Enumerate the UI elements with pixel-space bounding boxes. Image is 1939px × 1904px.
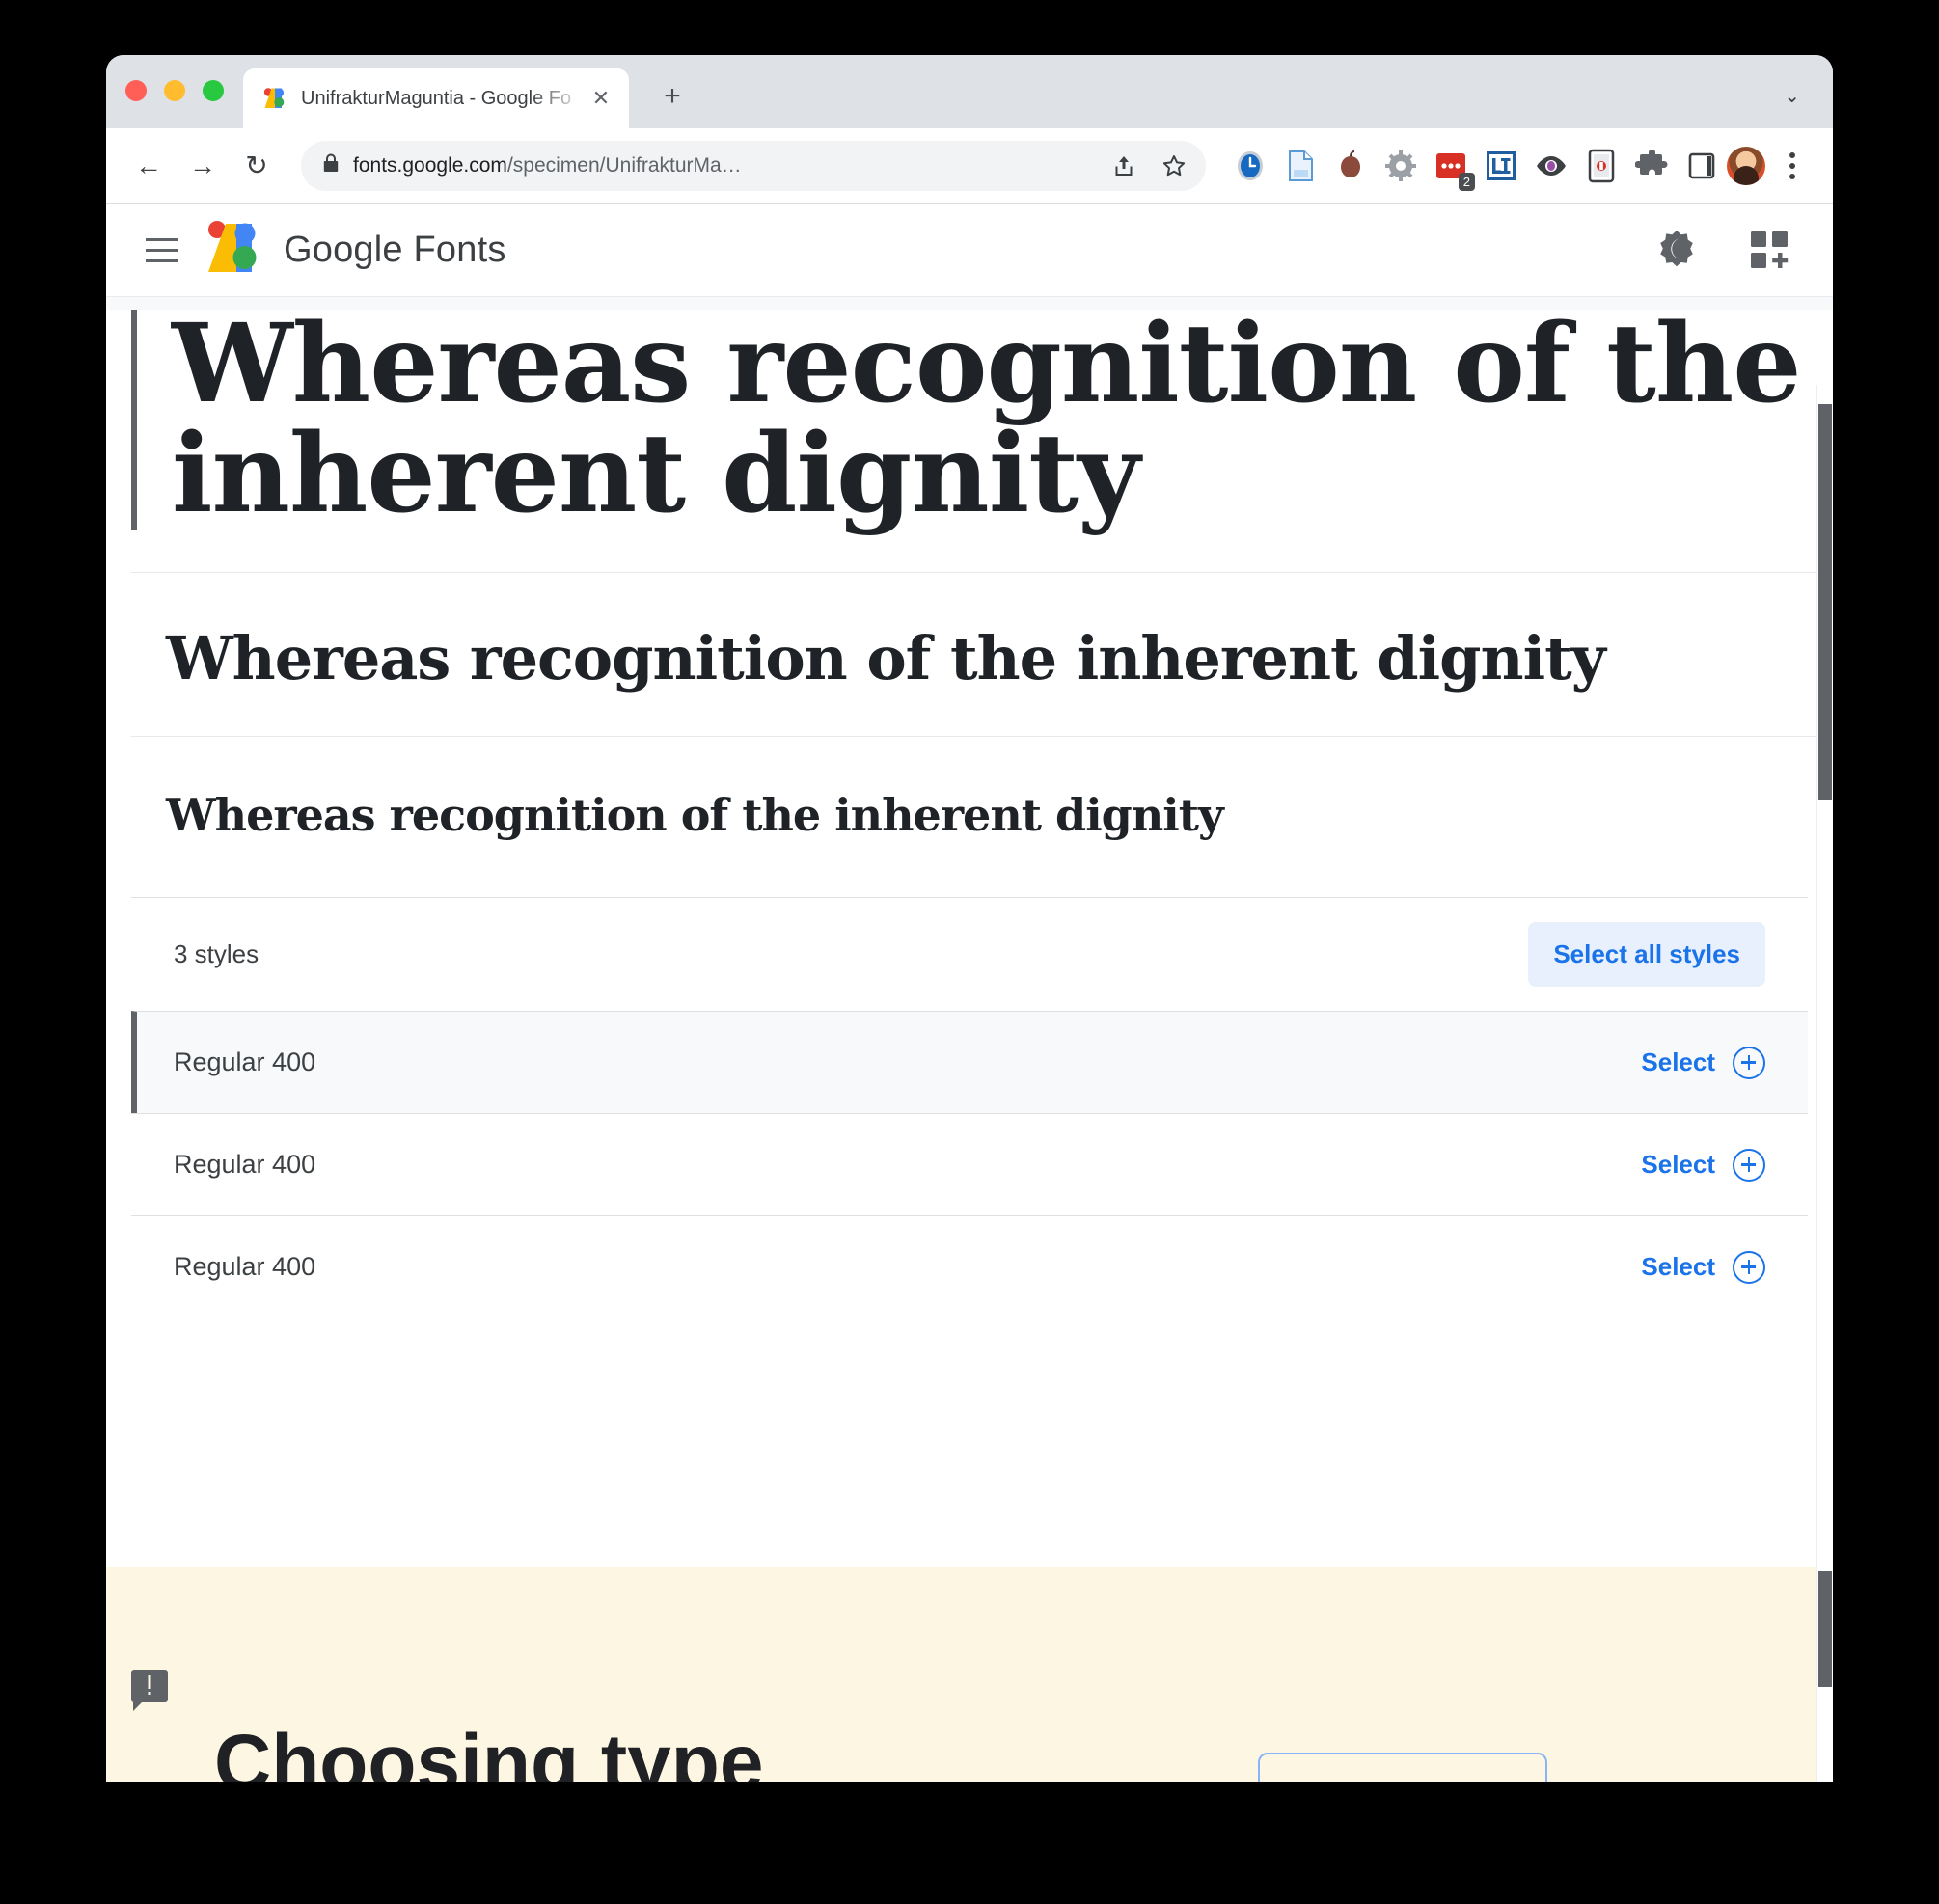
select-all-styles-button[interactable]: Select all styles bbox=[1528, 922, 1765, 988]
add-apps-icon[interactable] bbox=[1742, 223, 1796, 277]
select-style-button[interactable]: Select bbox=[1641, 1148, 1765, 1182]
style-name: Regular 400 bbox=[174, 1047, 316, 1077]
url-host: fonts.google.com bbox=[353, 153, 507, 177]
brand-fonts: Fonts bbox=[413, 229, 506, 270]
specimen-line-medium: Whereas recognition of the inherent dign… bbox=[166, 789, 1224, 842]
dark-mode-icon[interactable] bbox=[1650, 223, 1704, 277]
google-fonts-logo[interactable]: Google Fonts bbox=[206, 218, 506, 283]
styles-header-bar: 3 styles Select all styles bbox=[131, 897, 1808, 1011]
url-text: fonts.google.com/specimen/UnifrakturMa… bbox=[353, 154, 1092, 177]
chrome-menu-icon[interactable] bbox=[1773, 145, 1812, 187]
page-content: Google Fonts Google Fon bbox=[106, 204, 1833, 1782]
type-tester-big-block[interactable]: Whereas recognition of the inherent dign… bbox=[131, 301, 1833, 538]
extensions-tray: 2 bbox=[1229, 145, 1723, 191]
lock-icon bbox=[322, 152, 340, 178]
hamburger-menu-icon[interactable] bbox=[135, 223, 189, 277]
select-style-button[interactable]: Select bbox=[1641, 1250, 1765, 1284]
select-style-button[interactable]: Select bbox=[1641, 1046, 1765, 1079]
select-style-label: Select bbox=[1641, 1150, 1715, 1180]
url-path: /specimen/UnifrakturMa… bbox=[506, 153, 742, 177]
site-header: Google Fonts bbox=[106, 204, 1833, 296]
browser-window: UnifrakturMaguntia - Google Fo ✕ + ⌄ ← →… bbox=[106, 55, 1833, 1782]
brand-text: Google Fonts bbox=[284, 230, 506, 271]
specimen-line-xl: Whereas recognition of the inherent dign… bbox=[172, 301, 1802, 538]
choosing-type-section: Choosing type bbox=[106, 1567, 1833, 1782]
puzzle-extensions-icon[interactable] bbox=[1630, 145, 1673, 187]
section-cta-button[interactable] bbox=[1258, 1753, 1547, 1782]
browser-tab-title: UnifrakturMaguntia - Google Fo bbox=[301, 87, 572, 109]
browser-toolbar: ← → ↻ fonts.google.com/specimen/Unifrakt… bbox=[106, 128, 1833, 204]
select-style-label: Select bbox=[1641, 1047, 1715, 1077]
share-icon[interactable] bbox=[1106, 148, 1142, 184]
page-scrollbar[interactable] bbox=[1817, 385, 1833, 1782]
close-tab-icon[interactable]: ✕ bbox=[587, 84, 615, 113]
mobile-extension-icon[interactable] bbox=[1580, 145, 1623, 187]
back-button[interactable]: ← bbox=[123, 141, 174, 191]
star-icon[interactable] bbox=[1156, 148, 1192, 184]
apple-extension-icon[interactable] bbox=[1329, 145, 1372, 187]
plus-circle-icon bbox=[1733, 1148, 1765, 1182]
new-tab-button[interactable]: + bbox=[654, 78, 691, 115]
style-name: Regular 400 bbox=[174, 1150, 316, 1180]
minimize-window-button[interactable] bbox=[164, 80, 185, 101]
styles-count-label: 3 styles bbox=[174, 939, 259, 969]
type-tester-preview: Whereas recognition of the inherent dign… bbox=[106, 301, 1833, 898]
google-fonts-favicon bbox=[262, 86, 287, 111]
li-extension-icon[interactable] bbox=[1480, 145, 1522, 187]
forward-button[interactable]: → bbox=[178, 141, 228, 191]
eye-extension-icon[interactable] bbox=[1530, 145, 1572, 187]
extension-badge-count: 2 bbox=[1458, 172, 1475, 191]
profile-avatar[interactable] bbox=[1727, 146, 1765, 185]
table-row[interactable]: Regular 400 Select bbox=[131, 1113, 1808, 1216]
reload-button[interactable]: ↻ bbox=[232, 141, 282, 191]
maximize-window-button[interactable] bbox=[203, 80, 224, 101]
side-panel-icon[interactable] bbox=[1680, 145, 1723, 187]
style-name: Regular 400 bbox=[174, 1252, 316, 1282]
section-title: Choosing type bbox=[214, 1719, 764, 1782]
plus-circle-icon bbox=[1733, 1046, 1765, 1079]
document-extension-icon[interactable] bbox=[1279, 145, 1322, 187]
google-fonts-logo-mark bbox=[206, 218, 262, 283]
scrollbar-thumb[interactable] bbox=[1818, 404, 1832, 800]
table-row[interactable]: Regular 400 Select bbox=[131, 1011, 1808, 1114]
select-style-label: Select bbox=[1641, 1252, 1715, 1282]
scrollbar-thumb-secondary[interactable] bbox=[1818, 1571, 1832, 1687]
window-traffic-lights bbox=[125, 80, 224, 101]
feedback-icon[interactable] bbox=[131, 1670, 168, 1711]
clock-extension-icon[interactable] bbox=[1229, 145, 1271, 187]
gear-extension-icon[interactable] bbox=[1379, 145, 1422, 187]
plus-circle-icon bbox=[1733, 1250, 1765, 1284]
address-bar[interactable]: fonts.google.com/specimen/UnifrakturMa… bbox=[301, 140, 1206, 191]
brand-google: Google bbox=[284, 229, 403, 270]
close-window-button[interactable] bbox=[125, 80, 147, 101]
chevron-down-icon[interactable]: ⌄ bbox=[1784, 84, 1800, 108]
browser-tab-strip: UnifrakturMaguntia - Google Fo ✕ + ⌄ bbox=[106, 55, 1833, 128]
browser-tab[interactable]: UnifrakturMaguntia - Google Fo ✕ bbox=[243, 68, 629, 128]
red-dots-extension-icon[interactable]: 2 bbox=[1430, 145, 1475, 191]
specimen-line-large: Whereas recognition of the inherent dign… bbox=[166, 623, 1606, 694]
table-row[interactable]: Regular 400 Select bbox=[131, 1215, 1808, 1319]
